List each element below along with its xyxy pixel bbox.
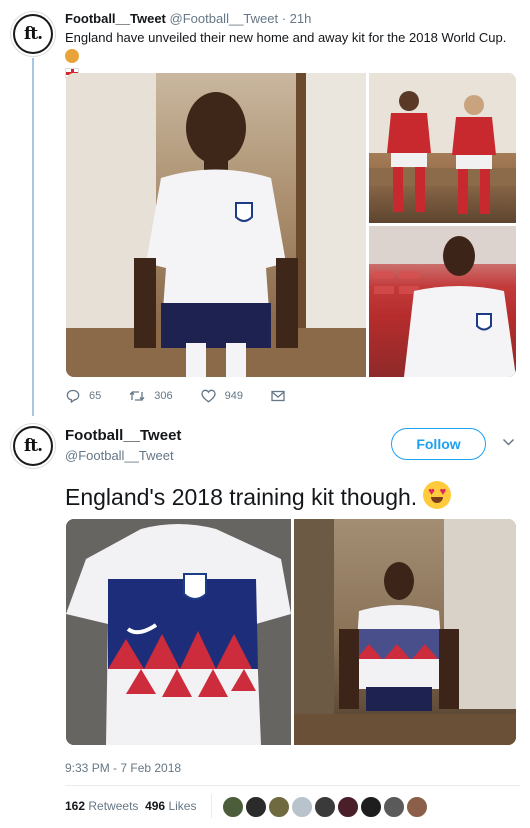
like-count: 949 — [224, 390, 243, 402]
photo-stadium-art — [369, 226, 516, 377]
tweet-header: Football__Tweet @Football__Tweet · 21h — [65, 11, 311, 26]
tweet-actions: 65 306 949 — [66, 389, 322, 403]
liker-avatars — [222, 796, 429, 818]
tweet-time[interactable]: · 21h — [282, 11, 312, 26]
avatar[interactable]: ft. — [11, 12, 55, 56]
follow-button[interactable]: Follow — [391, 428, 486, 460]
lion-emoji-icon — [65, 48, 79, 63]
tweet-media-grid — [66, 73, 516, 377]
avatar[interactable]: ft. — [11, 424, 55, 468]
reply-button[interactable]: 65 — [66, 389, 101, 403]
liker-avatar[interactable] — [291, 796, 313, 818]
like-total[interactable]: 496 — [145, 799, 165, 813]
liker-avatar[interactable] — [360, 796, 382, 818]
thread-connector-line — [32, 58, 34, 416]
liker-avatar[interactable] — [406, 796, 428, 818]
media-photo-training-kit-player[interactable] — [294, 519, 516, 745]
retweet-button[interactable]: 306 — [129, 390, 173, 402]
photo-training-shirt-art — [66, 519, 291, 745]
retweet-icon — [129, 390, 145, 402]
liker-avatar[interactable] — [268, 796, 290, 818]
direct-message-button[interactable] — [271, 390, 294, 402]
tweet-media-grid — [66, 519, 516, 745]
liker-avatar[interactable] — [245, 796, 267, 818]
divider — [65, 785, 520, 786]
avatar-logo-text: ft. — [23, 24, 43, 44]
stats-divider — [211, 794, 212, 818]
chevron-down-icon[interactable] — [502, 438, 515, 447]
logo-circle: ft. — [15, 428, 51, 464]
heart-eyes-emoji-icon — [423, 481, 452, 509]
logo-circle: ft. — [15, 16, 51, 52]
tweet-text-content: England have unveiled their new home and… — [65, 30, 507, 45]
user-handle[interactable]: @Football__Tweet — [65, 448, 174, 463]
photo-training-player-art — [294, 519, 516, 745]
tweet-text-content: England's 2018 training kit though. — [65, 484, 418, 510]
retweet-label[interactable]: Retweets — [88, 799, 138, 813]
photo-home-kit-art — [66, 73, 366, 377]
liker-avatar[interactable] — [222, 796, 244, 818]
liker-avatar[interactable] — [337, 796, 359, 818]
like-label[interactable]: Likes — [168, 799, 196, 813]
tweet-text: England's 2018 training kit though. — [65, 481, 452, 511]
user-handle[interactable]: @Football__Tweet — [170, 11, 279, 26]
media-photo-home-kit[interactable] — [66, 73, 366, 377]
retweet-count: 306 — [154, 390, 173, 402]
heart-icon — [200, 389, 216, 403]
tweet-timestamp[interactable]: 9:33 PM - 7 Feb 2018 — [65, 761, 181, 775]
envelope-icon — [271, 390, 285, 402]
like-button[interactable]: 949 — [200, 389, 243, 403]
media-photo-away-kit[interactable] — [369, 73, 516, 223]
avatar-logo-text: ft. — [23, 436, 43, 456]
reply-count: 65 — [89, 390, 102, 402]
liker-avatar[interactable] — [314, 796, 336, 818]
retweet-total[interactable]: 162 — [65, 799, 85, 813]
display-name[interactable]: Football__Tweet — [65, 427, 181, 444]
engagement-stats: 162 Retweets 496 Likes — [65, 799, 196, 813]
liker-avatar[interactable] — [383, 796, 405, 818]
display-name[interactable]: Football__Tweet — [65, 11, 166, 26]
media-photo-home-kit-stadium[interactable] — [369, 226, 516, 377]
photo-away-kit-art — [369, 73, 516, 214]
reply-icon — [66, 389, 80, 403]
media-photo-training-shirt[interactable] — [66, 519, 291, 745]
